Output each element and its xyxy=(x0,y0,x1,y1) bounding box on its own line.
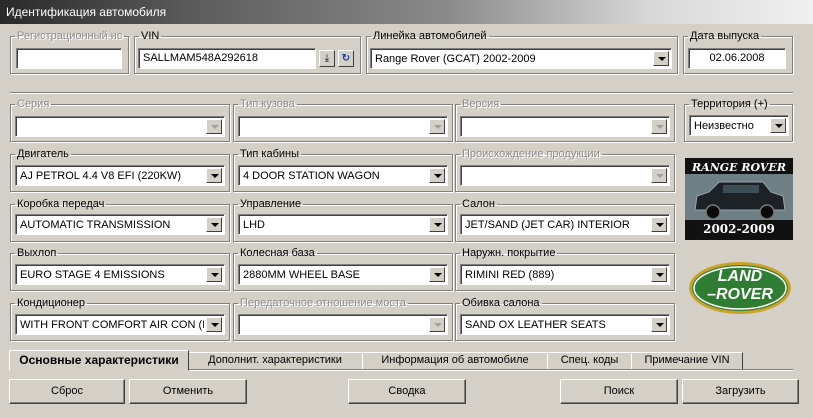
chevron-down-icon[interactable] xyxy=(770,118,786,133)
steering-label: Управление xyxy=(240,198,302,210)
origin-label: Происхождение продукции xyxy=(462,148,600,160)
steering-combo[interactable]: LHD xyxy=(238,214,448,235)
interior-label: Салон xyxy=(462,198,495,210)
territory-value: Неизвестно xyxy=(694,120,754,132)
interior-value: JET/SAND (JET CAR) INTERIOR xyxy=(465,219,630,231)
gearbox-combo[interactable]: AUTOMATIC TRANSMISSION xyxy=(15,214,225,235)
origin-combo[interactable] xyxy=(460,165,670,186)
engine-combo[interactable]: AJ PETROL 4.4 V8 EFI (220KW) xyxy=(15,165,225,186)
tab-special-codes[interactable]: Спец. коды xyxy=(547,352,632,370)
title-bar[interactable]: Идентификация автомобиля xyxy=(0,0,813,24)
territory-combo[interactable]: Неизвестно xyxy=(689,115,789,136)
series-label: Серия xyxy=(17,98,50,110)
vin-input[interactable]: SALLMAM548A292618 xyxy=(138,48,316,69)
interior-combo[interactable]: JET/SAND (JET CAR) INTERIOR xyxy=(460,214,670,235)
aircon-label: Кондиционер xyxy=(17,297,86,309)
paint-label: Наружн. покрытие xyxy=(462,247,556,259)
engine-label: Двигатель xyxy=(17,148,69,160)
exhaust-label: Выхлоп xyxy=(17,247,57,259)
exhaust-combo[interactable]: EURO STAGE 4 EMISSIONS xyxy=(15,264,225,285)
logo-text-land: LAND xyxy=(717,268,763,285)
model-line-value: Range Rover (GCAT) 2002-2009 xyxy=(375,53,536,65)
release-date-input[interactable]: 02.06.2008 xyxy=(688,48,786,69)
version-combo[interactable] xyxy=(460,116,670,137)
axle-ratio-combo[interactable] xyxy=(238,314,448,335)
window-title: Идентификация автомобиля xyxy=(6,5,167,19)
trim-value: SAND OX LEATHER SEATS xyxy=(465,319,606,331)
section-divider xyxy=(10,92,793,94)
download-arrow-icon: ⤓ xyxy=(324,53,330,64)
load-button[interactable]: Загрузить xyxy=(682,379,799,404)
paint-value: RIMINI RED (889) xyxy=(465,269,555,281)
range-rover-image: RANGE ROVER 2002-2009 xyxy=(685,158,793,240)
chevron-down-icon[interactable] xyxy=(206,267,222,282)
cancel-button[interactable]: Отменить xyxy=(129,379,247,404)
tab-vin-notes[interactable]: Примечание VIN xyxy=(631,352,743,370)
paint-combo[interactable]: RIMINI RED (889) xyxy=(460,264,670,285)
steering-value: LHD xyxy=(243,219,266,231)
logo-text-rover-word: ROVER xyxy=(716,286,773,303)
summary-button[interactable]: Сводка xyxy=(348,379,466,404)
tab-vehicle-info[interactable]: Информация об автомобиле xyxy=(362,352,548,370)
aircon-value: WITH FRONT COMFORT AIR CON (IH xyxy=(20,319,204,331)
chevron-down-icon[interactable] xyxy=(429,267,445,282)
territory-label: Территория (+) xyxy=(691,98,768,110)
release-date-label: Дата выпуска xyxy=(690,30,760,42)
engine-value: AJ PETROL 4.4 V8 EFI (220KW) xyxy=(20,170,181,182)
search-button[interactable]: Поиск xyxy=(560,379,678,404)
model-line-label: Линейка автомобилей xyxy=(373,30,487,42)
chevron-down-icon[interactable] xyxy=(206,217,222,232)
vin-refresh-button[interactable]: ↻ xyxy=(338,50,354,67)
refresh-icon: ↻ xyxy=(341,53,351,64)
chevron-down-icon[interactable] xyxy=(429,217,445,232)
wheelbase-combo[interactable]: 2880MM WHEEL BASE xyxy=(238,264,448,285)
vehicle-identification-window: Идентификация автомобиля Регистрационный… xyxy=(0,0,813,418)
reg-number-input[interactable] xyxy=(16,48,122,69)
chevron-down-icon[interactable] xyxy=(653,51,669,66)
reg-number-label: Регистрационный нс xyxy=(17,30,123,42)
vin-load-button[interactable]: ⤓ xyxy=(319,50,335,67)
range-rover-image-years: 2002-2009 xyxy=(703,222,775,236)
chevron-down-icon[interactable] xyxy=(651,317,667,332)
trim-combo[interactable]: SAND OX LEATHER SEATS xyxy=(460,314,670,335)
body-type-combo[interactable] xyxy=(238,116,448,137)
cab-type-label: Тип кабины xyxy=(240,148,299,160)
chevron-down-icon[interactable] xyxy=(651,217,667,232)
series-combo[interactable] xyxy=(15,116,225,137)
body-type-label: Тип кузова xyxy=(240,98,295,110)
version-label: Версия xyxy=(462,98,500,110)
vin-label: VIN xyxy=(141,30,160,42)
tab-extra-characteristics[interactable]: Дополнит. характеристики xyxy=(187,352,363,370)
chevron-down-icon[interactable] xyxy=(206,119,222,134)
exhaust-value: EURO STAGE 4 EMISSIONS xyxy=(20,269,165,281)
reset-button[interactable]: Сброс xyxy=(9,379,125,404)
chevron-down-icon[interactable] xyxy=(429,317,445,332)
chevron-down-icon[interactable] xyxy=(651,119,667,134)
axle-ratio-label: Передаточное отношение моста xyxy=(240,297,406,309)
tab-baseline xyxy=(189,369,793,371)
chevron-down-icon[interactable] xyxy=(651,267,667,282)
dialog-client: Регистрационный нс VIN SALLMAM548A292618… xyxy=(3,24,810,416)
chevron-down-icon[interactable] xyxy=(429,168,445,183)
gearbox-label: Коробка передач xyxy=(17,198,105,210)
aircon-combo[interactable]: WITH FRONT COMFORT AIR CON (IH xyxy=(15,314,225,335)
chevron-down-icon[interactable] xyxy=(429,119,445,134)
trim-label: Обивка салона xyxy=(462,297,540,309)
gearbox-value: AUTOMATIC TRANSMISSION xyxy=(20,219,171,231)
chevron-down-icon[interactable] xyxy=(206,317,222,332)
tab-main-characteristics[interactable]: Основные характеристики xyxy=(9,350,189,371)
land-rover-logo: LAND –ROVER xyxy=(687,260,793,316)
wheelbase-label: Колесная база xyxy=(240,247,315,259)
cab-type-combo[interactable]: 4 DOOR STATION WAGON xyxy=(238,165,448,186)
model-line-combo[interactable]: Range Rover (GCAT) 2002-2009 xyxy=(370,48,672,69)
chevron-down-icon[interactable] xyxy=(651,168,667,183)
wheelbase-value: 2880MM WHEEL BASE xyxy=(243,269,360,281)
logo-text-rover: –ROVER xyxy=(707,286,773,303)
chevron-down-icon[interactable] xyxy=(206,168,222,183)
cab-type-value: 4 DOOR STATION WAGON xyxy=(243,170,380,182)
